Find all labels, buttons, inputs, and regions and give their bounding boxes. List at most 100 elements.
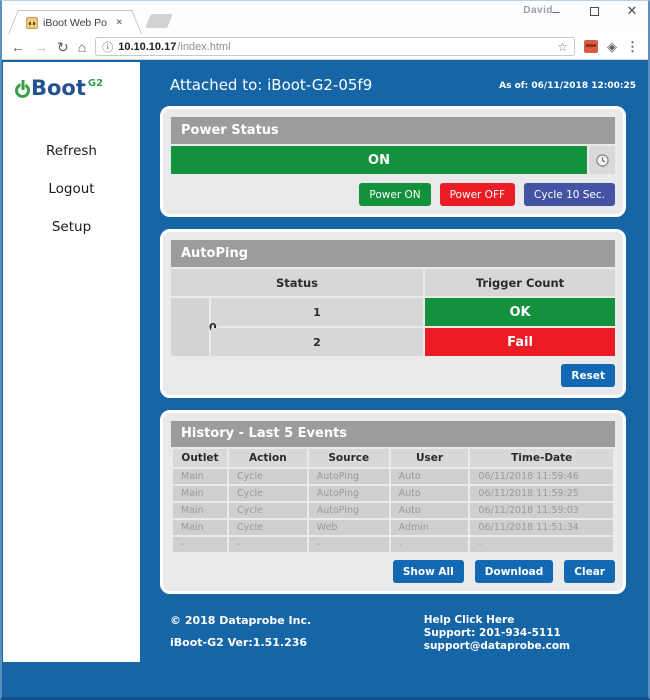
back-icon[interactable]: ← bbox=[11, 40, 25, 54]
reset-button[interactable]: Reset bbox=[561, 364, 615, 387]
history-col-outlet: Outlet bbox=[173, 449, 227, 467]
download-button[interactable]: Download bbox=[475, 560, 554, 583]
history-header-row: Outlet Action Source User Time-Date bbox=[173, 449, 613, 467]
cell-user: - bbox=[391, 537, 469, 552]
maximize-icon[interactable] bbox=[586, 3, 602, 19]
info-icon[interactable]: ⓘ bbox=[102, 39, 113, 55]
cell-user: Auto bbox=[391, 469, 469, 484]
minimize-icon[interactable]: – bbox=[548, 3, 564, 19]
support-email[interactable]: support@dataprobe.com bbox=[424, 640, 570, 653]
browser-tab[interactable]: iBoot Web Power Switch ✕ bbox=[22, 10, 128, 34]
cell-source: AutoPing bbox=[309, 469, 389, 484]
outlet-favicon-icon bbox=[26, 17, 38, 29]
autoping-row-index: 2 bbox=[211, 328, 423, 356]
browser-window: iBoot Web Power Switch ✕ David – ✕ ← → ↻… bbox=[0, 0, 650, 700]
sidebar: Boot G2 Refresh Logout Setup bbox=[3, 62, 140, 662]
browser-menu-icon[interactable]: ⋮ bbox=[626, 39, 639, 55]
power-on-button[interactable]: Power ON bbox=[359, 183, 430, 206]
cell-user: Auto bbox=[391, 503, 469, 518]
sidebar-menu: Refresh Logout Setup bbox=[3, 140, 140, 238]
home-icon[interactable]: ⌂ bbox=[78, 40, 86, 54]
new-tab-button[interactable] bbox=[145, 14, 173, 28]
autoping-col-trigger: Trigger Count bbox=[425, 269, 615, 296]
cell-user: Admin bbox=[391, 520, 469, 535]
autoping-status-fail: Fail bbox=[425, 328, 615, 356]
table-row: Main Cycle AutoPing Auto 06/11/2018 11:5… bbox=[173, 503, 613, 518]
show-all-button[interactable]: Show All bbox=[393, 560, 464, 583]
autoping-trigger-count: 0 bbox=[171, 298, 209, 356]
history-card: History - Last 5 Events Outlet Action So… bbox=[160, 410, 626, 594]
close-icon[interactable]: ✕ bbox=[624, 3, 640, 19]
table-row: Main Cycle Web Admin 06/11/2018 11:51:34 bbox=[173, 520, 613, 535]
cell-outlet: Main bbox=[173, 520, 227, 535]
autoping-col-status: Status bbox=[171, 269, 423, 296]
footer-right: Help Click Here Support: 201-934-5111 su… bbox=[424, 614, 570, 653]
cell-user: Auto bbox=[391, 486, 469, 501]
power-state-bar: ON bbox=[171, 146, 587, 174]
cell-outlet: Main bbox=[173, 469, 227, 484]
power-off-button[interactable]: Power OFF bbox=[440, 183, 515, 206]
history-col-time: Time-Date bbox=[470, 449, 613, 467]
cell-time: 06/11/2018 11:59:25 bbox=[470, 486, 613, 501]
version-text: iBoot-G2 Ver:1.51.236 bbox=[170, 636, 311, 649]
power-buttons: Power ON Power OFF Cycle 10 Sec. bbox=[171, 183, 615, 206]
table-row: - - - - - bbox=[173, 537, 613, 552]
cell-action: Cycle bbox=[229, 520, 307, 535]
footer-left: © 2018 Dataprobe Inc. iBoot-G2 Ver:1.51.… bbox=[170, 614, 311, 653]
autoping-table: Status Trigger Count 1 OK 0 2 Fail bbox=[171, 269, 615, 356]
power-status-card: Power Status ON Power ON Power OFF Cycle… bbox=[160, 106, 626, 217]
as-of-timestamp: As of: 06/11/2018 12:00:25 bbox=[499, 81, 636, 94]
history-header: History - Last 5 Events bbox=[171, 421, 615, 447]
cell-action: Cycle bbox=[229, 486, 307, 501]
cell-time: - bbox=[470, 537, 613, 552]
cell-action: Cycle bbox=[229, 503, 307, 518]
iboot-logo: Boot G2 bbox=[3, 62, 140, 100]
bookmark-star-icon[interactable]: ☆ bbox=[557, 40, 568, 54]
cell-outlet: Main bbox=[173, 486, 227, 501]
page-content: Boot G2 Refresh Logout Setup Attached to… bbox=[2, 60, 648, 700]
clear-button[interactable]: Clear bbox=[564, 560, 615, 583]
cell-action: Cycle bbox=[229, 469, 307, 484]
url-input[interactable]: ⓘ 10.10.10.17/index.html ☆ bbox=[95, 37, 575, 56]
logo-g2-text: G2 bbox=[88, 78, 103, 89]
page-footer: © 2018 Dataprobe Inc. iBoot-G2 Ver:1.51.… bbox=[140, 594, 648, 653]
table-row: Main Cycle AutoPing Auto 06/11/2018 11:5… bbox=[173, 469, 613, 484]
browser-titlebar: iBoot Web Power Switch ✕ David – ✕ bbox=[2, 1, 648, 34]
cell-source: Web bbox=[309, 520, 389, 535]
status-timer-button[interactable] bbox=[589, 146, 615, 174]
history-table: Outlet Action Source User Time-Date Main… bbox=[171, 447, 615, 554]
copyright-text: © 2018 Dataprobe Inc. bbox=[170, 614, 311, 627]
main-area: Attached to: iBoot-G2-05f9 As of: 06/11/… bbox=[140, 60, 648, 700]
sidebar-item-logout[interactable]: Logout bbox=[40, 178, 102, 200]
history-col-user: User bbox=[391, 449, 469, 467]
cycle-button[interactable]: Cycle 10 Sec. bbox=[524, 183, 615, 206]
address-bar: ← → ↻ ⌂ ⓘ 10.10.10.17/index.html ☆ ◈ ⋮ bbox=[2, 34, 648, 60]
history-col-action: Action bbox=[229, 449, 307, 467]
autoping-card: AutoPing Status Trigger Count 1 OK 0 2 F… bbox=[160, 229, 626, 398]
sidebar-item-refresh[interactable]: Refresh bbox=[38, 140, 105, 162]
url-host: 10.10.10.17 bbox=[118, 41, 176, 53]
cell-time: 06/11/2018 11:59:03 bbox=[470, 503, 613, 518]
autoping-header: AutoPing bbox=[171, 240, 615, 267]
cell-outlet: - bbox=[173, 537, 227, 552]
window-controls: – ✕ bbox=[548, 3, 640, 19]
cell-action: - bbox=[229, 537, 307, 552]
extension-diamond-icon[interactable]: ◈ bbox=[607, 39, 617, 55]
autoping-row-index: 1 bbox=[211, 298, 423, 326]
page-header: Attached to: iBoot-G2-05f9 As of: 06/11/… bbox=[140, 60, 648, 94]
tab-close-icon[interactable]: ✕ bbox=[112, 15, 126, 30]
logo-text: Boot bbox=[31, 76, 86, 100]
cell-source: AutoPing bbox=[309, 503, 389, 518]
autoping-status-ok: OK bbox=[425, 298, 615, 326]
help-link[interactable]: Help Click Here bbox=[424, 614, 570, 627]
forward-icon: → bbox=[34, 40, 48, 54]
reload-icon[interactable]: ↻ bbox=[57, 40, 69, 54]
history-actions: Show All Download Clear bbox=[171, 560, 615, 583]
extension-red-icon[interactable] bbox=[584, 40, 598, 53]
tab-title: iBoot Web Power Switch bbox=[43, 17, 107, 29]
clock-icon bbox=[596, 154, 609, 167]
cell-outlet: Main bbox=[173, 503, 227, 518]
cell-source: AutoPing bbox=[309, 486, 389, 501]
history-col-source: Source bbox=[309, 449, 389, 467]
sidebar-item-setup[interactable]: Setup bbox=[44, 216, 99, 238]
